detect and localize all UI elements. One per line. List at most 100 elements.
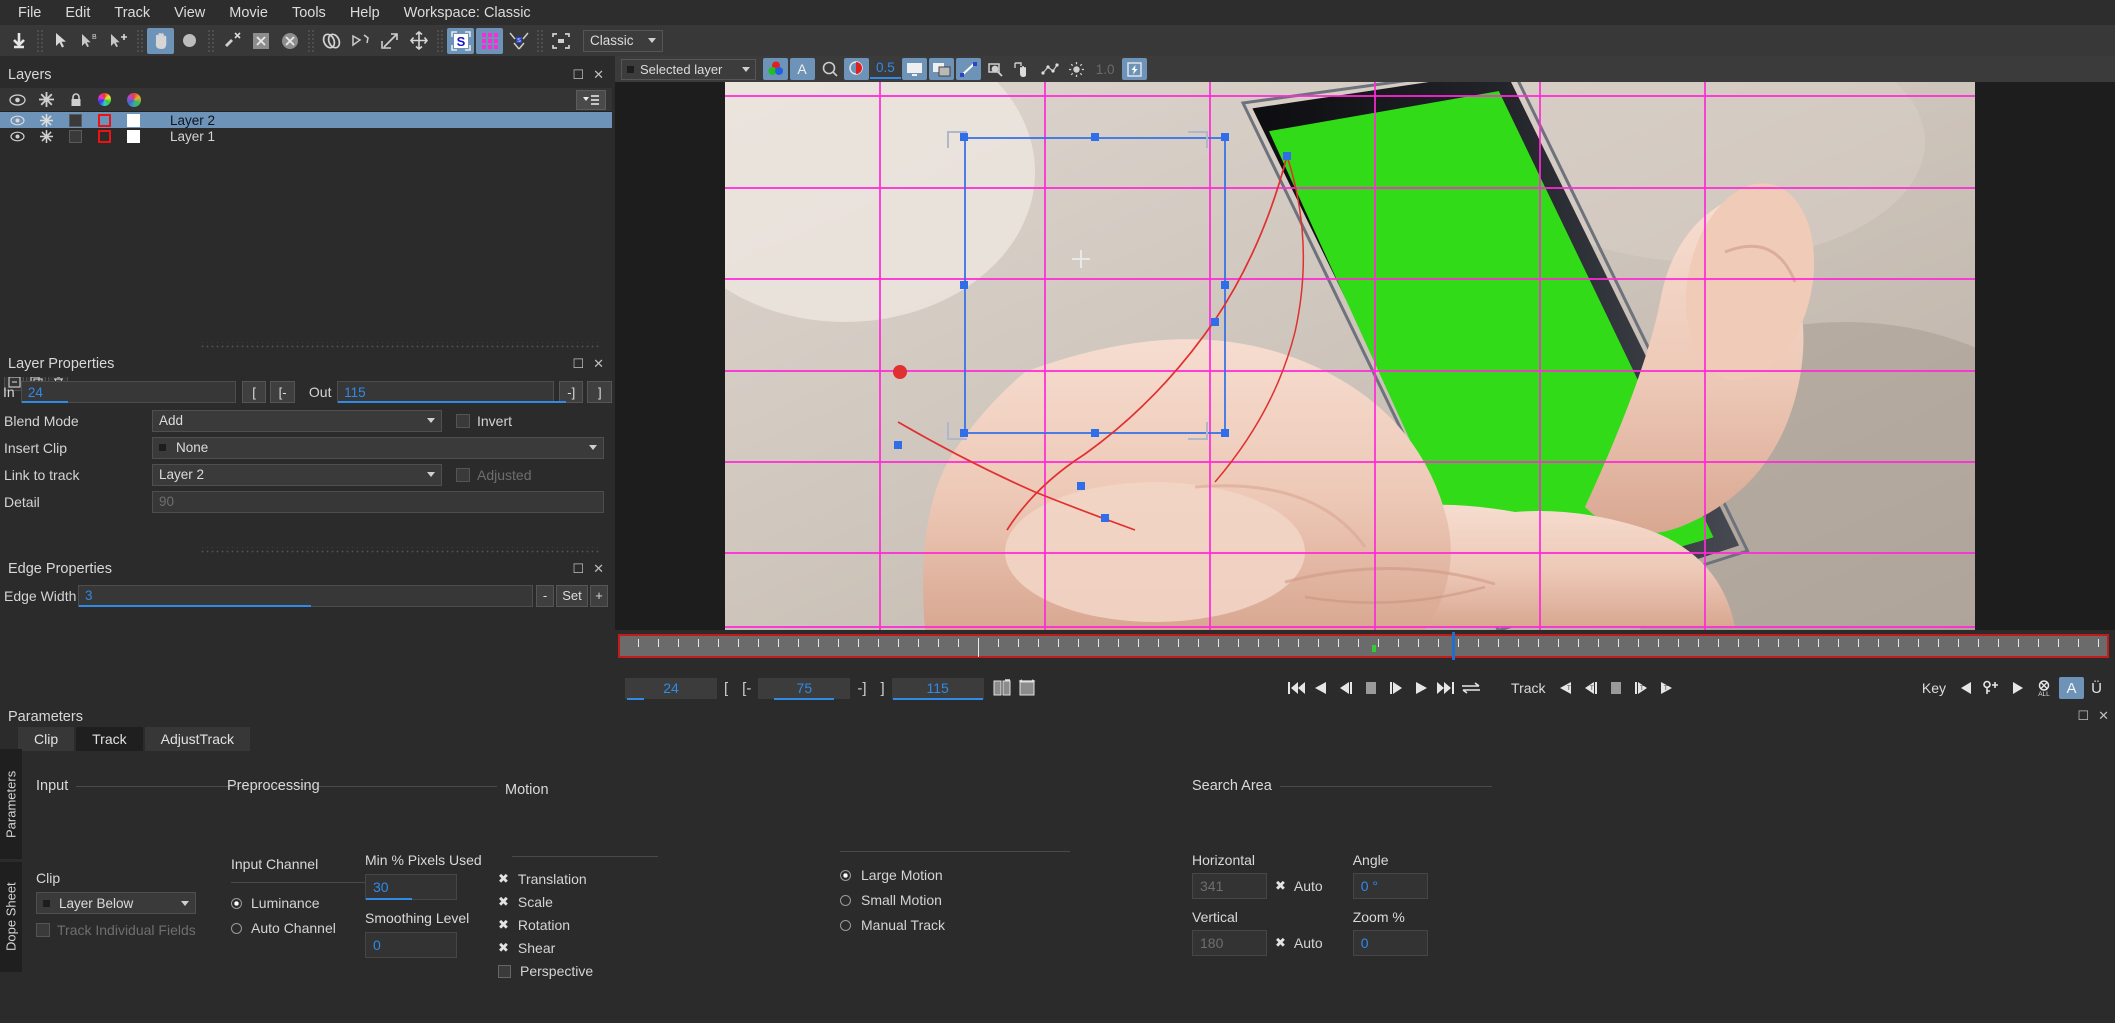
close-icon[interactable]: ✕ [593, 356, 604, 372]
trim-range-icon[interactable] [990, 677, 1015, 699]
corner-pin-icon[interactable]: S [505, 28, 532, 54]
go-to-end-button[interactable] [1433, 677, 1458, 699]
checkbox-scale[interactable]: ✖ Scale [498, 894, 658, 910]
eye-icon[interactable] [3, 93, 32, 106]
invert-checkbox[interactable]: Invert [456, 413, 512, 429]
track-backward-button[interactable]: T [1554, 677, 1579, 699]
shape-corner-icon[interactable] [347, 28, 374, 54]
radio-luminance[interactable]: Luminance [231, 895, 366, 911]
link-to-track-select[interactable]: Layer 2 [152, 463, 442, 486]
move-icon[interactable] [405, 28, 432, 54]
overlay-red-icon[interactable] [844, 58, 869, 80]
play-forward-button[interactable] [1408, 677, 1433, 699]
checkbox-perspective[interactable]: Perspective [498, 963, 658, 979]
radio-small-motion[interactable]: Small Motion [840, 892, 1070, 908]
radio-auto-channel[interactable]: Auto Channel [231, 920, 366, 936]
min-pct-pixels-input[interactable]: 30 [365, 874, 457, 900]
mid-frame-field[interactable]: 75 [758, 677, 851, 700]
menu-item-file[interactable]: File [6, 2, 53, 24]
brightness-icon[interactable] [1064, 58, 1089, 80]
delete-all-keys-button[interactable]: ALL [2029, 677, 2059, 699]
track-step-back-button[interactable]: T [1579, 677, 1604, 699]
undo-key-button[interactable]: Ü [2084, 677, 2109, 699]
zoom-input[interactable]: 0 [1352, 930, 1428, 956]
surface-s-icon[interactable]: S [447, 27, 474, 54]
vertical-input[interactable]: 180 [1192, 930, 1267, 956]
ellipse-icon[interactable] [176, 28, 203, 54]
row-color-checkbox[interactable] [90, 129, 119, 143]
table-row[interactable]: Layer 1 [0, 128, 612, 144]
track-step-forward-button[interactable]: T [1629, 677, 1654, 699]
mark-in-button[interactable]: [ [717, 680, 735, 697]
tab-track[interactable]: Track [76, 727, 143, 751]
check-x-icon[interactable]: ✖ [1275, 935, 1286, 951]
detail-input[interactable]: 90 [152, 490, 604, 513]
radio-large-motion[interactable]: Large Motion [840, 867, 1070, 883]
auto-key-button[interactable]: A [2059, 677, 2085, 699]
float-panel-icon[interactable]: ☐ [572, 67, 584, 83]
fit-range-icon[interactable] [1015, 677, 1040, 699]
goto-out-button[interactable]: -] [558, 381, 584, 403]
goto-out-button[interactable]: -] [850, 680, 873, 697]
mark-in-button[interactable]: [ [241, 381, 267, 403]
selected-layer-select[interactable]: Selected layer [621, 58, 756, 80]
gamma-value[interactable]: 1.0 [1090, 62, 1121, 77]
row-color-checkbox[interactable] [90, 113, 119, 127]
link-chain-icon[interactable] [318, 28, 345, 54]
download-arrow-icon[interactable] [5, 28, 32, 54]
gear-icon[interactable] [32, 92, 61, 107]
edge-width-decrement-button[interactable]: - [536, 584, 554, 607]
layers-menu-icon[interactable] [576, 90, 606, 110]
step-back-button[interactable] [1333, 677, 1358, 699]
color-wheel-icon[interactable] [90, 93, 119, 106]
float-panel-icon[interactable]: ☐ [572, 561, 584, 577]
track-forward-button[interactable]: T [1654, 677, 1679, 699]
radio-manual-track[interactable]: Manual Track [840, 917, 1070, 933]
hand-pan-icon[interactable] [1010, 58, 1035, 80]
motion-path-icon[interactable] [955, 58, 981, 80]
goto-in-button[interactable]: [- [270, 381, 295, 403]
out-frame-input[interactable]: 115 [337, 381, 567, 403]
row-lock-checkbox[interactable] [61, 113, 90, 127]
opacity-value[interactable]: 0.5 [870, 59, 901, 79]
stop-button[interactable] [1358, 677, 1383, 699]
row-eye-icon[interactable] [3, 115, 32, 126]
angle-input[interactable]: 0 ° [1352, 873, 1428, 899]
tab-adjusttrack[interactable]: AdjustTrack [144, 727, 250, 751]
playhead[interactable] [1452, 632, 1455, 660]
table-row[interactable]: Layer 2 [0, 112, 612, 128]
mark-out-button[interactable]: ] [587, 381, 613, 403]
checkbox-translation[interactable]: ✖ Translation [498, 871, 658, 887]
menu-item-tools[interactable]: Tools [280, 2, 338, 24]
crop-region-icon[interactable] [547, 28, 574, 54]
close-icon[interactable]: ✕ [2098, 708, 2109, 724]
clip-select[interactable]: Layer Below [36, 892, 196, 914]
row-lock-checkbox[interactable] [61, 129, 90, 143]
track-stop-button[interactable] [1604, 677, 1629, 699]
select-add-icon[interactable] [105, 28, 132, 54]
point-graph-icon[interactable] [1037, 58, 1062, 80]
checkbox-rotation[interactable]: ✖ Rotation [498, 917, 658, 933]
row-gear-icon[interactable] [32, 129, 61, 143]
workspace-preset-select[interactable]: Classic [583, 29, 663, 52]
lock-icon[interactable] [61, 92, 90, 107]
menu-item-track[interactable]: Track [102, 2, 162, 24]
track-individual-fields-checkbox[interactable]: Track Individual Fields [36, 922, 196, 938]
smoothing-level-input[interactable]: 0 [365, 932, 457, 958]
edge-width-set-button[interactable]: Set [556, 584, 588, 607]
lightning-icon[interactable] [1121, 58, 1147, 80]
keyframe-marker[interactable] [1372, 645, 1376, 652]
side-tab-dope-sheet[interactable]: Dope Sheet [0, 862, 22, 972]
color-swatch-icon[interactable] [119, 92, 148, 107]
menu-item-movie[interactable]: Movie [217, 2, 280, 24]
loop-playback-button[interactable] [1458, 677, 1483, 699]
row-swatch-checkbox[interactable] [119, 113, 148, 127]
insert-clip-select[interactable]: None [152, 436, 604, 459]
checkbox-shear[interactable]: ✖ Shear [498, 940, 658, 956]
monitor-view-icon[interactable] [901, 58, 927, 80]
edge-width-increment-button[interactable]: + [590, 584, 608, 607]
row-gear-icon[interactable] [32, 113, 61, 127]
blend-mode-select[interactable]: Add [152, 409, 442, 432]
menu-item-help[interactable]: Help [338, 2, 392, 24]
mark-out-button[interactable]: ] [874, 680, 892, 697]
